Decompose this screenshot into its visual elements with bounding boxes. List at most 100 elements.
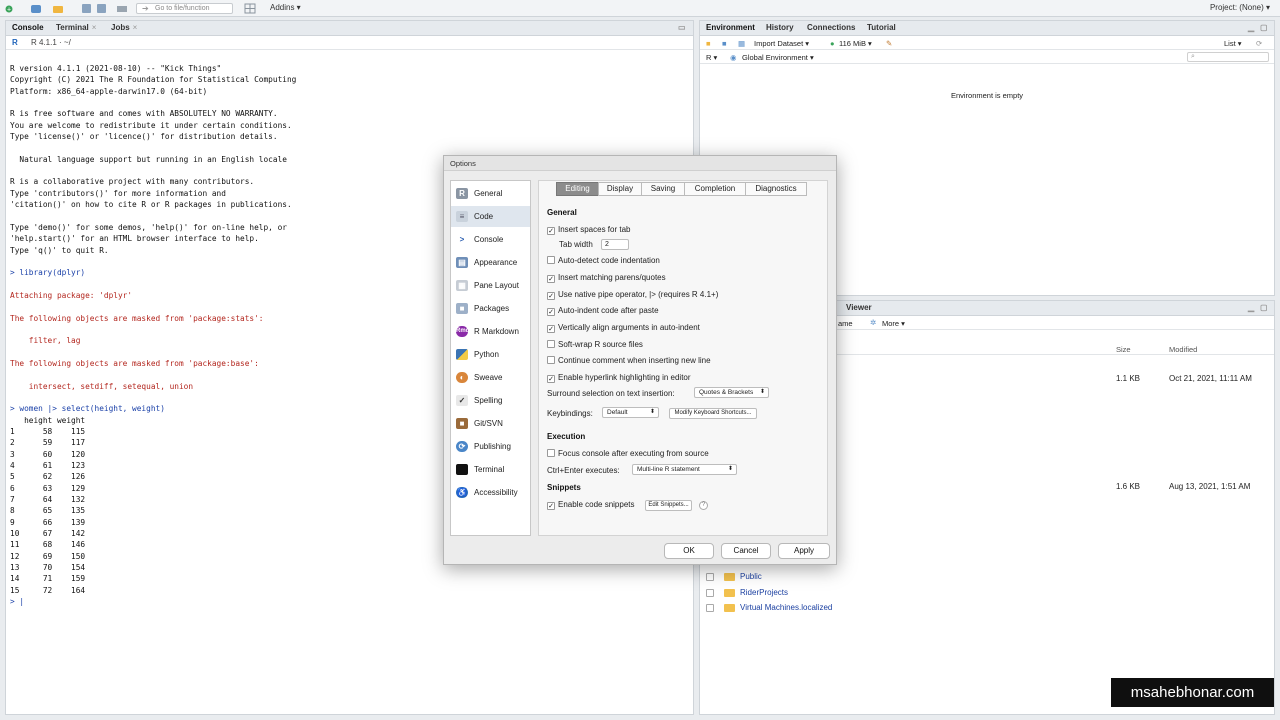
maximize-icon[interactable]: ▢ bbox=[1260, 23, 1268, 32]
tab-diagnostics[interactable]: Diagnostics bbox=[745, 182, 807, 196]
tab-terminal[interactable]: Terminal × bbox=[56, 23, 96, 32]
sidebar-item-accessibility[interactable]: ♿ Accessibility bbox=[451, 482, 530, 503]
checkbox-checked-icon[interactable]: ✓ bbox=[547, 292, 555, 300]
view-mode-select[interactable]: List ▾ bbox=[1224, 39, 1242, 48]
minimize-icon[interactable]: ▁ bbox=[1248, 23, 1254, 32]
language-select[interactable]: R ▾ bbox=[706, 53, 717, 62]
close-icon[interactable]: × bbox=[92, 23, 97, 32]
scope-select[interactable]: Global Environment ▾ bbox=[742, 53, 814, 62]
sidebar-item-general[interactable]: R General bbox=[451, 183, 530, 204]
folder-name[interactable]: RiderProjects bbox=[740, 588, 788, 597]
tab-tutorial[interactable]: Tutorial bbox=[867, 23, 896, 32]
print-icon[interactable] bbox=[115, 3, 129, 14]
tab-viewer[interactable]: Viewer bbox=[846, 303, 872, 312]
editing-option[interactable]: ✓ Use native pipe operator, |> (requires … bbox=[547, 290, 718, 301]
sidebar-item-terminal[interactable]: Terminal bbox=[451, 459, 530, 480]
console-path[interactable]: · ~/ bbox=[59, 38, 71, 47]
surround-selection-select[interactable]: Quotes & Brackets ⬍ bbox=[694, 387, 769, 398]
tab-jobs[interactable]: Jobs × bbox=[111, 23, 137, 32]
folder-row-public[interactable]: Public bbox=[700, 571, 1274, 585]
tab-saving[interactable]: Saving bbox=[641, 182, 685, 196]
sidebar-item-code[interactable]: ≡ Code bbox=[451, 206, 530, 227]
folder-row-virtual-machines[interactable]: Virtual Machines.localized bbox=[700, 602, 1274, 616]
save-all-icon[interactable] bbox=[95, 3, 109, 14]
open-file-icon[interactable] bbox=[52, 3, 66, 14]
editing-option[interactable]: Continue comment when inserting new line bbox=[547, 356, 711, 367]
folder-name[interactable]: Virtual Machines.localized bbox=[740, 603, 832, 612]
maximize-icon[interactable]: ▢ bbox=[1260, 303, 1268, 312]
sidebar-item-sweave[interactable]: ◐ Sweave bbox=[451, 367, 530, 388]
goto-file-input[interactable]: ➔ Go to file/function bbox=[136, 3, 233, 14]
refresh-icon[interactable]: ⟳ bbox=[1256, 39, 1262, 48]
cancel-button[interactable]: Cancel bbox=[721, 543, 771, 559]
checkbox-checked-icon[interactable]: ✓ bbox=[547, 308, 555, 316]
open-folder-icon[interactable]: ■ bbox=[706, 39, 711, 48]
ok-button[interactable]: OK bbox=[664, 543, 714, 559]
row-checkbox[interactable] bbox=[706, 573, 714, 581]
maximize-icon[interactable]: ▭ bbox=[678, 23, 686, 32]
import-dataset-button[interactable]: Import Dataset ▾ bbox=[754, 39, 809, 48]
editing-option[interactable]: ✓ Auto-indent code after paste bbox=[547, 306, 659, 317]
sidebar-item-appearance[interactable]: ▤ Appearance bbox=[451, 252, 530, 273]
checkbox-unchecked-icon[interactable] bbox=[547, 449, 555, 457]
checkbox-unchecked-icon[interactable] bbox=[547, 340, 555, 348]
sidebar-item-publishing[interactable]: ⟳ Publishing bbox=[451, 436, 530, 457]
console-output[interactable]: R version 4.1.1 (2021-08-10) -- "Kick Th… bbox=[10, 63, 296, 608]
more-menu[interactable]: More ▾ bbox=[882, 319, 905, 328]
sidebar-item-git-svn[interactable]: ■ Git/SVN bbox=[451, 413, 530, 434]
tab-width-input[interactable]: 2 bbox=[601, 239, 629, 250]
tab-connections[interactable]: Connections bbox=[807, 23, 855, 32]
project-menu[interactable]: Project: (None) ▾ bbox=[1210, 3, 1270, 12]
addins-menu[interactable]: Addins ▾ bbox=[270, 3, 301, 12]
apply-button[interactable]: Apply bbox=[778, 543, 830, 559]
editing-option[interactable]: ✓ Enable hyperlink highlighting in editor bbox=[547, 373, 691, 384]
folder-name[interactable]: Public bbox=[740, 572, 762, 581]
checkbox-checked-icon[interactable]: ✓ bbox=[547, 375, 555, 383]
row-checkbox[interactable] bbox=[706, 604, 714, 612]
sidebar-item-spelling[interactable]: ✓ Spelling bbox=[451, 390, 530, 411]
env-search-input[interactable]: ⌕ bbox=[1187, 52, 1269, 62]
rename-button[interactable]: ame bbox=[838, 319, 853, 328]
tab-console[interactable]: Console bbox=[12, 23, 44, 32]
tab-display[interactable]: Display bbox=[598, 182, 642, 196]
editing-option[interactable]: Soft-wrap R source files bbox=[547, 340, 643, 351]
editing-option[interactable]: ✓ Insert matching parens/quotes bbox=[547, 273, 666, 284]
memory-usage[interactable]: 116 MiB ▾ bbox=[839, 39, 872, 48]
save-workspace-icon[interactable]: ■ bbox=[722, 39, 727, 48]
checkbox-unchecked-icon[interactable] bbox=[547, 256, 555, 264]
tab-completion[interactable]: Completion bbox=[684, 182, 746, 196]
keybindings-select[interactable]: Default ⬍ bbox=[602, 407, 659, 418]
checkbox-checked-icon[interactable]: ✓ bbox=[547, 502, 555, 510]
save-icon[interactable] bbox=[80, 3, 94, 14]
size-column-header[interactable]: Size bbox=[1116, 345, 1131, 354]
editing-option[interactable]: Auto-detect code indentation bbox=[547, 256, 660, 267]
minimize-icon[interactable]: ▁ bbox=[1248, 303, 1254, 312]
modify-keyboard-shortcuts-button[interactable]: Modify Keyboard Shortcuts... bbox=[669, 408, 757, 419]
tab-environment[interactable]: Environment bbox=[706, 23, 755, 32]
sidebar-item-r-markdown[interactable]: Rmd R Markdown bbox=[451, 321, 530, 342]
sidebar-item-packages[interactable]: ■ Packages bbox=[451, 298, 530, 319]
grid-layout-icon[interactable] bbox=[244, 3, 258, 14]
editing-option[interactable]: ✓ Vertically align arguments in auto-inde… bbox=[547, 323, 700, 334]
tab-editing[interactable]: Editing bbox=[556, 182, 599, 196]
sidebar-item-pane-layout[interactable]: ▦ Pane Layout bbox=[451, 275, 530, 296]
checkbox-checked-icon[interactable]: ✓ bbox=[547, 227, 555, 235]
insert-spaces-option[interactable]: ✓ Insert spaces for tab bbox=[547, 225, 630, 236]
close-icon[interactable]: × bbox=[133, 23, 138, 32]
folder-row-riderprojects[interactable]: RiderProjects bbox=[700, 587, 1274, 601]
checkbox-checked-icon[interactable]: ✓ bbox=[547, 275, 555, 283]
row-checkbox[interactable] bbox=[706, 589, 714, 597]
sidebar-item-console[interactable]: > Console bbox=[451, 229, 530, 250]
enable-snippets-option[interactable]: ✓ Enable code snippets bbox=[547, 500, 635, 511]
tab-history[interactable]: History bbox=[766, 23, 794, 32]
new-file-icon[interactable]: + bbox=[4, 3, 18, 14]
checkbox-checked-icon[interactable]: ✓ bbox=[547, 325, 555, 333]
ctrl-enter-select[interactable]: Multi-line R statement ⬍ bbox=[632, 464, 737, 475]
checkbox-unchecked-icon[interactable] bbox=[547, 356, 555, 364]
new-project-icon[interactable] bbox=[30, 3, 44, 14]
edit-snippets-button[interactable]: Edit Snippets... bbox=[645, 500, 692, 511]
focus-console-option[interactable]: Focus console after executing from sourc… bbox=[547, 449, 709, 460]
broom-icon[interactable]: ✎ bbox=[886, 39, 892, 48]
sidebar-item-python[interactable]: Python bbox=[451, 344, 530, 365]
modified-column-header[interactable]: Modified bbox=[1169, 345, 1197, 354]
